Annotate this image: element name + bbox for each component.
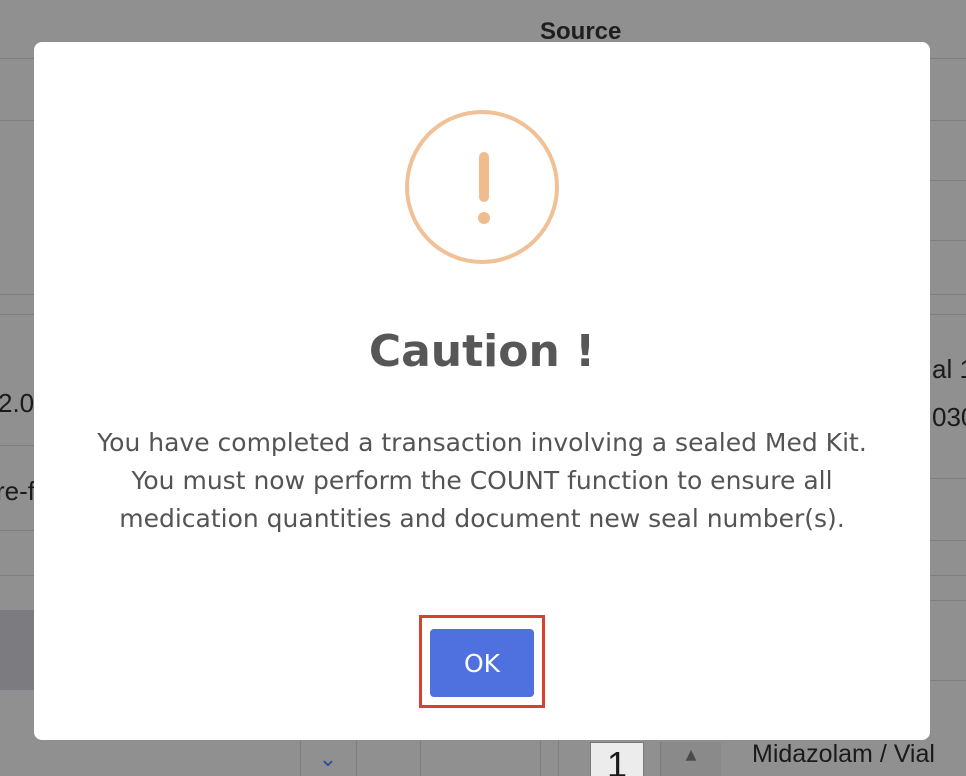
chevron-down-icon: ⌄	[318, 747, 338, 772]
grid-line	[0, 530, 34, 531]
exclamation-warning-icon	[405, 110, 559, 264]
background-fragment: al 1	[932, 354, 966, 384]
grid-line	[930, 240, 966, 241]
dialog-message: You have completed a transaction involvi…	[97, 428, 867, 533]
grid-line	[930, 600, 966, 601]
grid-line	[420, 740, 421, 776]
caution-dialog: Caution ! You have completed a transacti…	[34, 42, 930, 740]
stepper-up-icon: ▲	[660, 742, 721, 776]
exclamation-bar	[479, 152, 489, 202]
grid-line	[930, 180, 966, 181]
grid-line	[540, 740, 541, 776]
grid-line	[930, 680, 966, 681]
grid-line	[356, 740, 357, 776]
background-fragment: 030	[932, 402, 966, 432]
grid-line	[930, 478, 966, 479]
medication-name: Midazolam / Vial	[752, 740, 935, 768]
background-fragment: re-f	[0, 476, 35, 506]
exclamation-dot	[478, 212, 490, 224]
grid-line	[558, 740, 559, 776]
grid-line	[0, 445, 34, 446]
ok-button[interactable]: OK	[430, 629, 534, 697]
grid-line	[930, 540, 966, 541]
quantity-stepper: 1	[590, 742, 644, 776]
background-panel	[0, 610, 34, 690]
dialog-title: Caution !	[368, 326, 596, 377]
grid-line	[300, 740, 301, 776]
